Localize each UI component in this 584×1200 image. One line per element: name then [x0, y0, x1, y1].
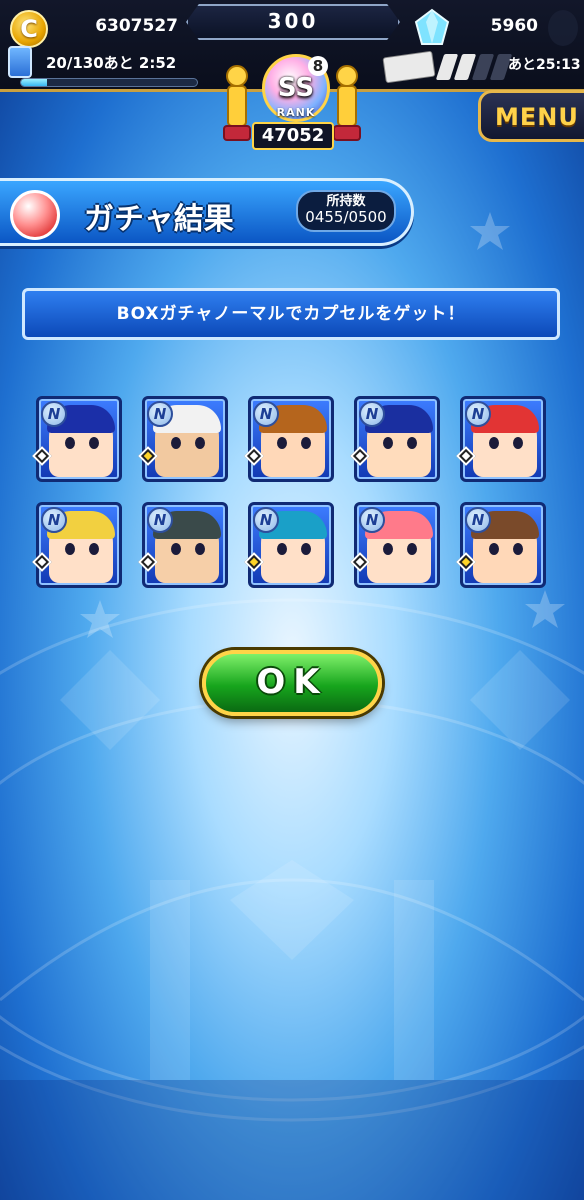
trophy-icon [333, 65, 361, 141]
page-title: ガチャ結果 [84, 202, 234, 237]
character-eye [407, 543, 417, 555]
rank-badge[interactable]: SS 8 RANK 47052 [212, 44, 372, 162]
menu-button[interactable]: MENU [478, 90, 584, 142]
ticket-slots [435, 54, 513, 80]
character-eye [65, 543, 75, 555]
rank-label: RANK [276, 106, 316, 119]
character-eye [89, 543, 99, 555]
capsule-card[interactable]: N [350, 396, 440, 482]
character-eye [383, 437, 393, 449]
capsule-card[interactable]: N [32, 396, 122, 482]
capsule-card[interactable]: N [138, 502, 228, 588]
diamond-marker-core [355, 451, 365, 461]
stamina-card-icon [8, 46, 32, 78]
diamond-marker-core [461, 557, 471, 567]
rarity-badge: N [253, 507, 279, 533]
character-eye [195, 437, 205, 449]
diamond-marker-core [249, 557, 259, 567]
character-eye [407, 437, 417, 449]
rarity-badge: N [359, 507, 385, 533]
rank-value: 47052 [252, 122, 334, 150]
coin-icon: C [10, 10, 48, 48]
diamond-marker-core [461, 451, 471, 461]
character-eye [277, 437, 287, 449]
character-eye [171, 437, 181, 449]
trophy-icon [223, 65, 251, 141]
rarity-badge: N [147, 507, 173, 533]
diamond-marker-core [143, 557, 153, 567]
capsule-card[interactable]: N [350, 502, 440, 588]
rarity-badge: N [41, 401, 67, 427]
character-eye [301, 437, 311, 449]
ticket-timer: あと25:13 [508, 57, 581, 73]
stamina-text: 20/130あと 2:52 [46, 54, 177, 72]
capsule-icon [10, 190, 60, 240]
rarity-badge: N [253, 401, 279, 427]
rank-sub-level: 8 [308, 56, 328, 76]
character-eye [89, 437, 99, 449]
rarity-badge: N [147, 401, 173, 427]
result-message: BOXガチャノーマルでカプセルをゲット！ [22, 288, 560, 340]
diamond-marker-core [355, 557, 365, 567]
rarity-badge: N [465, 401, 491, 427]
character-eye [513, 543, 523, 555]
diamond-marker-core [37, 557, 47, 567]
capsule-card[interactable]: N [456, 396, 546, 482]
coin-count: 6307527 [95, 16, 178, 36]
character-eye [513, 437, 523, 449]
overflow-menu-icon[interactable] [548, 10, 578, 46]
character-eye [65, 437, 75, 449]
rarity-badge: N [465, 507, 491, 533]
capsule-card[interactable]: N [244, 396, 334, 482]
capsule-card[interactable]: N [244, 502, 334, 588]
ok-button[interactable]: OK [202, 650, 382, 716]
diamond-marker-core [37, 451, 47, 461]
owned-count-value: 0455/0500 [305, 208, 387, 226]
diamond-marker-core [143, 451, 153, 461]
capsule-card[interactable]: N [456, 502, 546, 588]
character-eye [489, 437, 499, 449]
stamina-bar-fill [21, 79, 48, 86]
diamond-gem-icon [414, 8, 450, 45]
center-counter-value: 300 [267, 9, 319, 33]
stamina-bar [20, 78, 198, 87]
rank-grade: SS [277, 73, 315, 103]
rarity-badge: N [359, 401, 385, 427]
diamond-marker-core [249, 451, 259, 461]
character-eye [171, 543, 181, 555]
capsule-card[interactable]: N [32, 502, 122, 588]
owned-count-label: 所持数 [326, 194, 366, 209]
character-eye [195, 543, 205, 555]
character-eye [277, 543, 287, 555]
character-eye [301, 543, 311, 555]
character-eye [383, 543, 393, 555]
character-eye [489, 543, 499, 555]
rarity-badge: N [41, 507, 67, 533]
gem-count: 5960 [490, 16, 538, 36]
capsule-card[interactable]: N [138, 396, 228, 482]
